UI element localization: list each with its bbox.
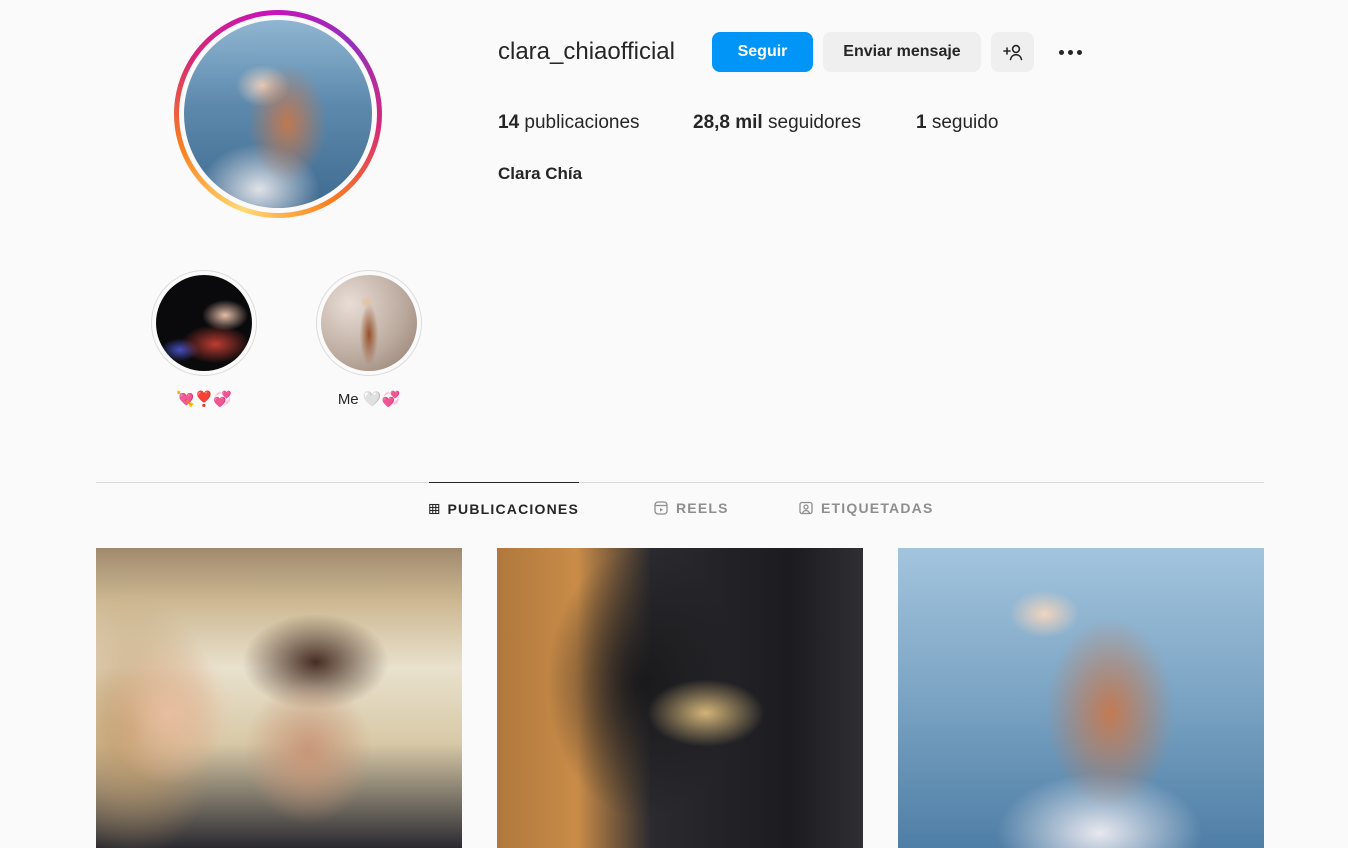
dot	[1076, 49, 1082, 55]
posts-count: 14 publicaciones	[498, 112, 640, 134]
post-thumbnail[interactable]	[497, 548, 863, 848]
tagged-icon	[799, 501, 813, 515]
post-thumbnail[interactable]	[96, 548, 462, 848]
posts-count-value: 14	[498, 112, 520, 133]
full-name: Clara Chía	[498, 164, 583, 183]
tab-tagged-label: ETIQUETADAS	[821, 500, 934, 516]
story-highlight[interactable]: 💘❣️💞	[150, 270, 258, 408]
highlight-emoji: 🤍💞	[362, 391, 401, 408]
tab-posts[interactable]: PUBLICACIONES	[429, 482, 579, 534]
avatar-border	[179, 15, 377, 213]
followers-count[interactable]: 28,8 mil seguidores	[693, 112, 861, 134]
add-user-icon	[1002, 44, 1022, 61]
tab-reels[interactable]: REELS	[654, 482, 729, 534]
tab-posts-label: PUBLICACIONES	[447, 500, 579, 517]
profile-avatar[interactable]	[174, 10, 382, 218]
highlight-text: Me	[337, 391, 359, 408]
highlight-label: 💘❣️💞	[150, 390, 258, 408]
dot	[1067, 49, 1073, 55]
highlight-emoji: 💘❣️💞	[175, 391, 233, 408]
highlight-label: Me 🤍💞	[315, 390, 423, 408]
send-message-button[interactable]: Enviar mensaje	[823, 32, 981, 72]
avatar-photo	[184, 20, 372, 208]
reels-icon	[654, 501, 668, 515]
following-count-value: 1	[916, 112, 927, 133]
following-count[interactable]: 1 seguido	[916, 112, 998, 134]
highlight-cover	[156, 275, 252, 371]
highlight-cover	[321, 275, 417, 371]
followers-count-label: seguidores	[768, 112, 861, 133]
story-highlight[interactable]: Me 🤍💞	[315, 270, 423, 408]
suggest-user-button[interactable]	[991, 32, 1034, 72]
more-options-icon[interactable]	[1052, 38, 1088, 66]
followers-count-value: 28,8 mil	[693, 112, 763, 133]
username: clara_chiaofficial	[498, 38, 675, 65]
tab-reels-label: REELS	[676, 500, 729, 516]
post-thumbnail[interactable]	[898, 548, 1264, 848]
tab-tagged[interactable]: ETIQUETADAS	[799, 482, 934, 534]
posts-count-label: publicaciones	[524, 112, 640, 133]
dot	[1058, 49, 1064, 55]
follow-button[interactable]: Seguir	[712, 32, 813, 72]
grid-icon	[429, 503, 440, 514]
highlight-ring	[316, 270, 422, 376]
following-count-label: seguido	[931, 112, 999, 133]
highlight-ring	[151, 270, 257, 376]
